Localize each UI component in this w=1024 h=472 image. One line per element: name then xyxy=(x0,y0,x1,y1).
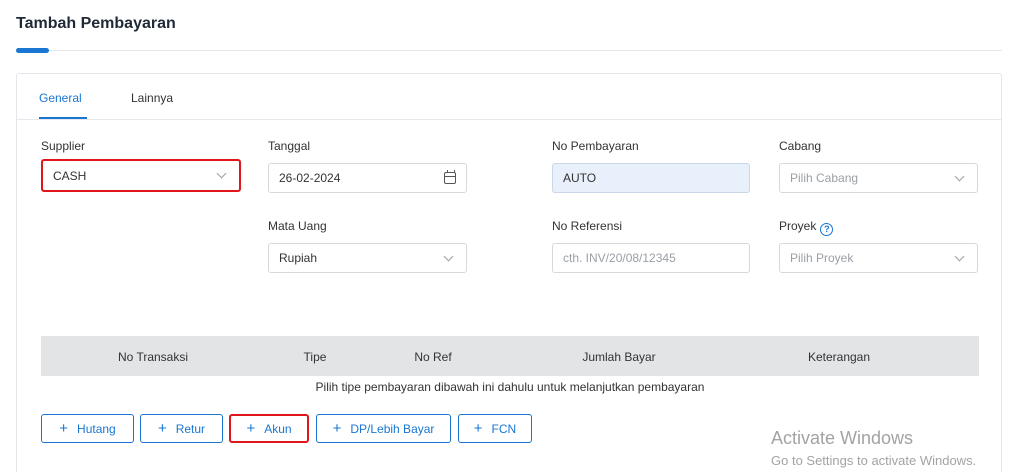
proyek-select[interactable]: Pilih Proyek xyxy=(779,243,978,273)
supplier-select[interactable]: CASH xyxy=(41,159,241,192)
tab-bar: General Lainnya xyxy=(17,74,1001,120)
tab-general[interactable]: General xyxy=(39,91,82,105)
watermark-title: Activate Windows xyxy=(771,428,914,448)
column-header-no-transaksi: No Transaksi xyxy=(117,350,189,364)
add-dp-lebih-bayar-label: DP/Lebih Bayar xyxy=(350,421,435,436)
add-retur-button[interactable]: + Retur xyxy=(140,414,223,443)
mata-uang-select[interactable]: Rupiah xyxy=(268,243,467,273)
cabang-select[interactable]: Pilih Cabang xyxy=(779,163,978,193)
proyek-label-row: Proyek? xyxy=(779,219,834,236)
mata-uang-label: Mata Uang xyxy=(268,219,327,233)
chevron-down-icon xyxy=(216,168,227,179)
plus-icon: + xyxy=(157,420,167,437)
plus-icon: + xyxy=(332,420,342,437)
plus-icon: + xyxy=(473,420,483,437)
tanggal-value: 26-02-2024 xyxy=(279,171,341,185)
tanggal-date-input[interactable]: 26-02-2024 xyxy=(268,163,467,193)
cabang-label: Cabang xyxy=(779,139,822,153)
no-pembayaran-field: AUTO xyxy=(552,163,750,193)
watermark-subtitle: Go to Settings to activate Windows. xyxy=(771,453,977,468)
add-dp-lebih-bayar-button[interactable]: + DP/Lebih Bayar xyxy=(316,414,451,443)
supplier-label: Supplier xyxy=(41,139,86,153)
no-referensi-input[interactable]: cth. INV/20/08/12345 xyxy=(552,243,750,273)
add-retur-label: Retur xyxy=(175,421,206,436)
plus-icon: + xyxy=(59,420,69,437)
table-empty-message: Pilih tipe pembayaran dibawah ini dahulu… xyxy=(315,380,705,394)
cabang-placeholder: Pilih Cabang xyxy=(790,171,859,185)
plus-icon: + xyxy=(246,420,256,437)
proyek-label: Proyek xyxy=(779,219,817,233)
title-rule xyxy=(16,50,1002,51)
tab-lainnya[interactable]: Lainnya xyxy=(131,91,173,105)
calendar-icon[interactable] xyxy=(444,170,456,184)
chevron-down-icon xyxy=(443,251,454,261)
no-referensi-placeholder: cth. INV/20/08/12345 xyxy=(563,251,676,265)
add-fcn-label: FCN xyxy=(491,421,517,436)
supplier-value: CASH xyxy=(53,168,87,183)
proyek-placeholder: Pilih Proyek xyxy=(790,251,854,265)
windows-activation-watermark: Activate Windows Go to Settings to activ… xyxy=(771,428,976,468)
column-header-jumlah-bayar: Jumlah Bayar xyxy=(582,350,656,364)
title-accent-bar xyxy=(16,48,49,53)
add-fcn-button[interactable]: + FCN xyxy=(458,414,532,443)
column-header-keterangan: Keterangan xyxy=(807,350,871,364)
add-akun-label: Akun xyxy=(264,421,292,436)
active-tab-indicator xyxy=(39,117,87,119)
mata-uang-value: Rupiah xyxy=(279,251,318,265)
page-title: Tambah Pembayaran xyxy=(16,15,176,32)
column-header-tipe: Tipe xyxy=(303,350,327,364)
transactions-table-header: No Transaksi Tipe No Ref Jumlah Bayar Ke… xyxy=(41,336,979,376)
chevron-down-icon xyxy=(954,171,965,181)
payment-form-card: General Lainnya Supplier CASH Tanggal 26… xyxy=(16,73,1002,472)
chevron-down-icon xyxy=(954,251,965,261)
tanggal-label: Tanggal xyxy=(268,139,311,153)
column-header-no-ref: No Ref xyxy=(414,350,452,364)
add-hutang-label: Hutang xyxy=(77,421,116,436)
add-akun-button[interactable]: + Akun xyxy=(229,414,309,443)
no-referensi-label: No Referensi xyxy=(552,219,623,233)
help-icon[interactable]: ? xyxy=(820,222,834,236)
add-hutang-button[interactable]: + Hutang xyxy=(41,414,134,443)
no-pembayaran-value: AUTO xyxy=(563,171,597,185)
no-pembayaran-label: No Pembayaran xyxy=(552,139,639,153)
